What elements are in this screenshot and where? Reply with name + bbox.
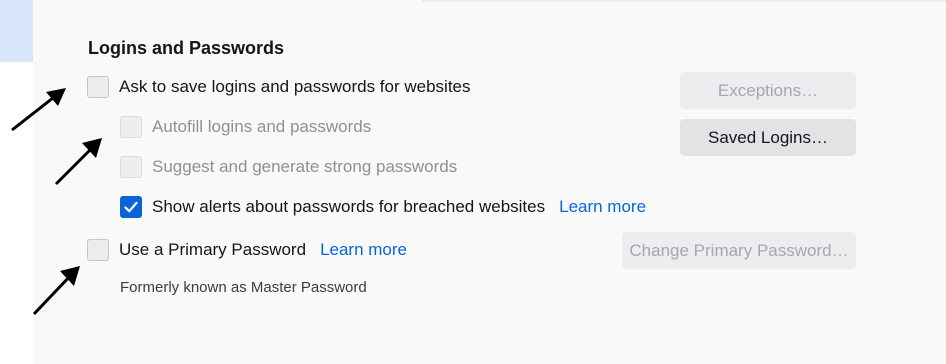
ask-save-row[interactable]: Ask to save logins and passwords for web… — [87, 74, 471, 100]
exceptions-button[interactable]: Exceptions… — [680, 72, 856, 109]
autofill-row: Autofill logins and passwords — [120, 114, 371, 140]
primary-password-note: Formerly known as Master Password — [120, 279, 367, 296]
saved-logins-button[interactable]: Saved Logins… — [680, 119, 856, 156]
suggest-label: Suggest and generate strong passwords — [152, 157, 458, 176]
section-title: Logins and Passwords — [88, 38, 285, 58]
breach-alerts-label: Show alerts about passwords for breached… — [152, 197, 546, 216]
primary-learn-more-link[interactable]: Learn more — [320, 240, 407, 260]
annotation-arrow-icon — [32, 266, 80, 316]
primary-password-row[interactable]: Use a Primary Password Learn more — [87, 237, 407, 263]
breach-alerts-row[interactable]: Show alerts about passwords for breached… — [120, 194, 646, 220]
autofill-checkbox — [120, 116, 142, 138]
suggest-checkbox — [120, 156, 142, 178]
ask-save-label: Ask to save logins and passwords for web… — [119, 77, 471, 96]
checkmark-icon — [124, 201, 138, 213]
change-primary-password-button[interactable]: Change Primary Password… — [622, 232, 856, 269]
suggest-row: Suggest and generate strong passwords — [120, 154, 457, 180]
top-divider — [422, 0, 946, 2]
annotation-arrow-icon — [54, 138, 102, 186]
breach-learn-more-link[interactable]: Learn more — [559, 197, 646, 217]
autofill-label: Autofill logins and passwords — [152, 117, 372, 136]
ask-save-checkbox[interactable] — [87, 76, 109, 98]
primary-password-label: Use a Primary Password — [119, 240, 307, 259]
breach-alerts-checkbox[interactable] — [120, 196, 142, 218]
